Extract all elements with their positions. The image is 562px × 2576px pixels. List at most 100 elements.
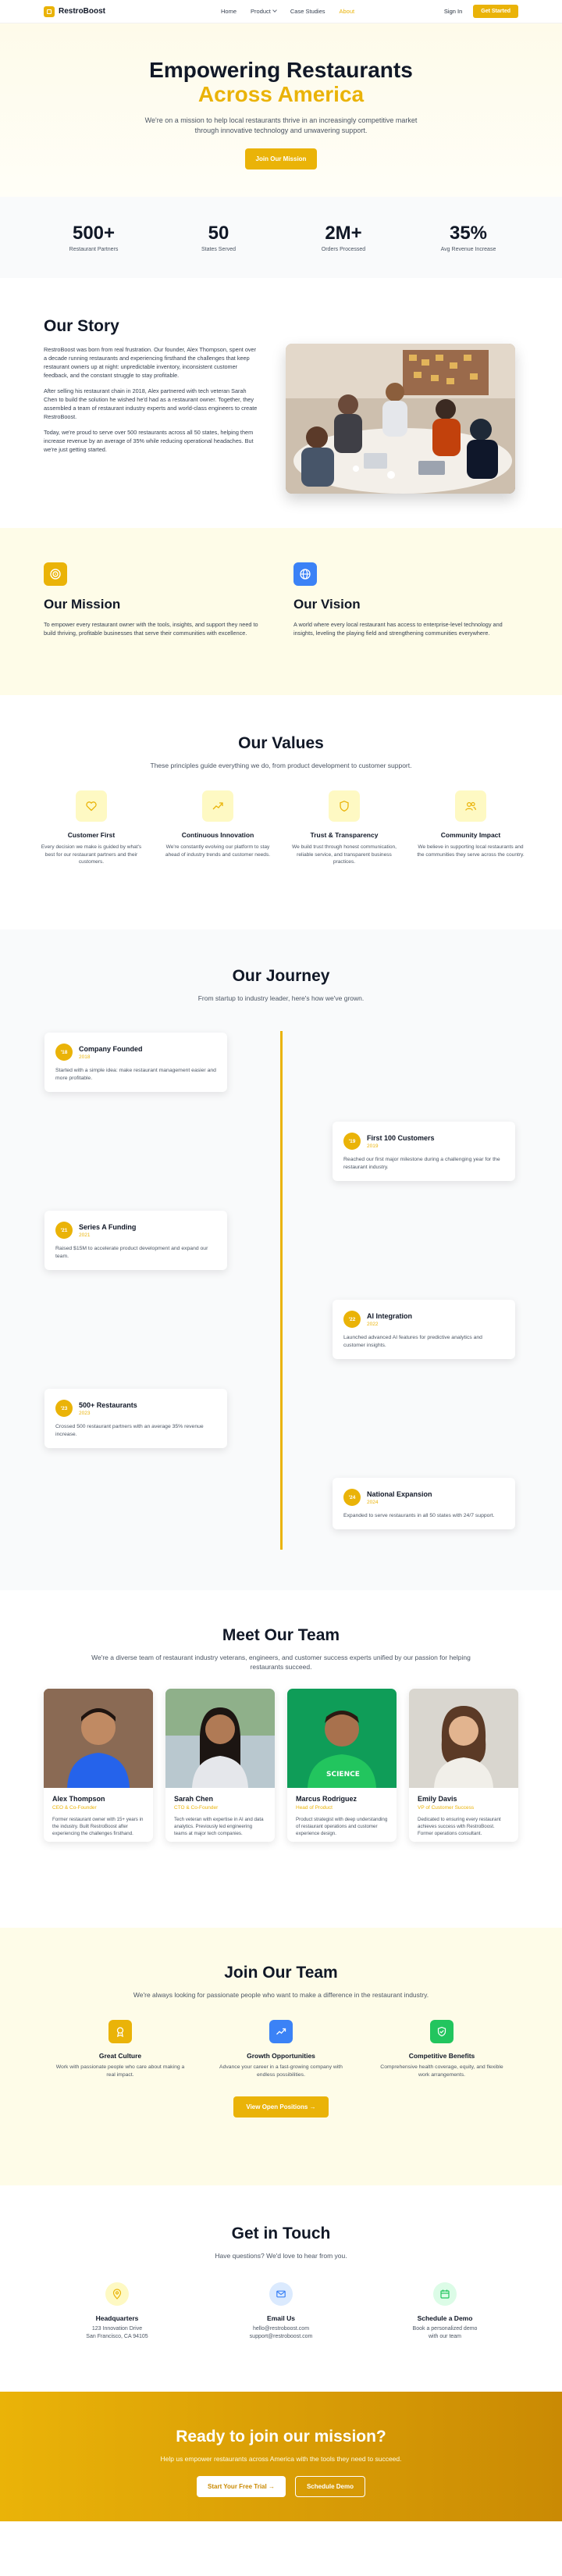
- member-photo: [409, 1689, 518, 1788]
- event-description: Crossed 500 restaurant partners with an …: [55, 1424, 204, 1437]
- team-list: Alex Thompson CEO & Co-Founder Former re…: [0, 1689, 562, 1842]
- start-free-trial-button[interactable]: Start Your Free Trial →: [197, 2476, 286, 2497]
- value-card: Continuous Innovation We're constantly e…: [163, 790, 272, 866]
- member-bio: Product strategist with deep understandi…: [296, 1817, 388, 1836]
- mail-icon: [269, 2282, 293, 2306]
- stat-label: Orders Processed: [321, 247, 366, 252]
- calendar-icon: [433, 2282, 457, 2306]
- email-link[interactable]: support@restroboost.com: [234, 2333, 328, 2341]
- sign-in-link[interactable]: Sign In: [444, 8, 462, 15]
- value-title: Customer First: [67, 831, 116, 839]
- member-role: CTO & Co-Founder: [174, 1805, 219, 1811]
- member-body: Sarah Chen CTO & Co-Founder Tech veteran…: [165, 1788, 275, 1842]
- value-card: Trust & Transparency We build trust thro…: [290, 790, 399, 866]
- event-year: 2023: [79, 1410, 91, 1416]
- nav-link-about[interactable]: About: [340, 8, 355, 15]
- story-paragraph: After selling his restaurant chain in 20…: [44, 387, 258, 420]
- stat-partners: 500+ Restaurant Partners: [39, 223, 148, 252]
- stat-label: Restaurant Partners: [69, 247, 119, 252]
- join-benefit: Competitive Benefits Comprehensive healt…: [375, 2020, 508, 2079]
- values-subtitle: These principles guide everything we do,…: [150, 762, 412, 769]
- svg-text:SCIENCE: SCIENCE: [326, 1771, 360, 1779]
- schedule-demo-button[interactable]: Schedule Demo: [294, 2476, 365, 2497]
- arrow-right-icon: →: [268, 2483, 275, 2490]
- get-started-button[interactable]: Get Started: [473, 5, 518, 18]
- member-photo: [165, 1689, 275, 1788]
- value-text: We build trust through honest communicat…: [291, 844, 397, 865]
- nav-link-product-label: Product: [251, 8, 271, 15]
- value-title: Continuous Innovation: [181, 831, 254, 839]
- year-badge: '23: [55, 1400, 73, 1417]
- contact-line: San Francisco, CA 94105: [86, 2334, 148, 2339]
- mission-title: Our Mission: [44, 597, 121, 612]
- timeline-event-heading: Series A Funding 2021: [79, 1223, 136, 1238]
- timeline-event-heading: First 100 Customers 2019: [367, 1134, 435, 1149]
- year-badge: '19: [343, 1133, 361, 1150]
- timeline-event-header: '18 Company Founded 2018: [55, 1044, 216, 1061]
- value-text: Every decision we make is guided by what…: [41, 844, 142, 865]
- nav-link-case-studies[interactable]: Case Studies: [290, 8, 325, 15]
- event-description: Started with a simple idea: make restaur…: [55, 1068, 216, 1081]
- story-paragraph: Today, we're proud to serve over 500 res…: [44, 429, 254, 453]
- timeline-event-header: '24 National Expansion 2024: [343, 1489, 504, 1506]
- vision-title: Our Vision: [293, 597, 361, 612]
- join-benefit: Growth Opportunities Advance your career…: [215, 2020, 347, 2079]
- stats-section: 500+ Restaurant Partners 50 States Serve…: [0, 197, 562, 278]
- cta-subtitle: Help us empower restaurants across Ameri…: [160, 2455, 402, 2463]
- hero-title: Empowering Restaurants: [149, 58, 413, 82]
- event-title: AI Integration: [367, 1311, 412, 1320]
- contact-item: Schedule a Demo Book a personalized demo…: [398, 2282, 492, 2341]
- top-nav: RestroBoost Home Product Case Studies Ab…: [0, 0, 562, 23]
- join-mission-button[interactable]: Join Our Mission: [244, 148, 318, 169]
- member-role: CEO & Co-Founder: [52, 1805, 97, 1811]
- vision-card: Our Vision A world where every local res…: [293, 562, 518, 695]
- benefit-text: Advance your career in a fast-growing co…: [219, 2064, 343, 2078]
- timeline-event-heading: National Expansion 2024: [367, 1490, 432, 1505]
- timeline-event: '22 AI Integration 2022 Launched advance…: [333, 1300, 515, 1359]
- join-team-section: Join Our Team We're always looking for p…: [0, 1928, 562, 2185]
- event-title: First 100 Customers: [367, 1133, 435, 1142]
- trending-up-icon: [202, 790, 233, 822]
- event-year: 2022: [367, 1321, 379, 1327]
- team-section: Meet Our Team We're a diverse team of re…: [0, 1590, 562, 1928]
- contact-section: Get in Touch Have questions? We'd love t…: [0, 2185, 562, 2392]
- event-year: 2024: [367, 1499, 379, 1505]
- nav-link-product[interactable]: Product: [251, 8, 277, 15]
- timeline-line: [280, 1031, 283, 1550]
- event-title: 500+ Restaurants: [79, 1400, 137, 1409]
- value-text: We're constantly evolving our platform t…: [165, 844, 271, 858]
- cta-section: Ready to join our mission? Help us empow…: [0, 2392, 562, 2521]
- value-text: We believe in supporting local restauran…: [417, 844, 525, 858]
- brand-logo[interactable]: RestroBoost: [44, 5, 105, 17]
- team-member-card: Emily Davis VP of Customer Success Dedic…: [409, 1689, 518, 1842]
- nav-link-home[interactable]: Home: [221, 8, 237, 15]
- stat-value: 2M+: [325, 223, 362, 244]
- team-meeting-photo: [286, 344, 515, 494]
- join-title: Join Our Team: [224, 1964, 338, 1982]
- vision-text: A world where every local restaurant has…: [293, 621, 503, 637]
- email-link[interactable]: hello@restroboost.com: [234, 2325, 328, 2333]
- timeline-event: '21 Series A Funding 2021 Raised $15M to…: [44, 1211, 227, 1270]
- event-description: Launched advanced AI features for predic…: [343, 1335, 482, 1348]
- timeline-event-heading: Company Founded 2018: [79, 1045, 143, 1060]
- view-open-positions-button[interactable]: View Open Positions →: [233, 2096, 329, 2118]
- event-title: National Expansion: [367, 1490, 432, 1498]
- member-photo: [44, 1689, 153, 1788]
- values-title: Our Values: [238, 734, 324, 752]
- target-icon: [44, 562, 67, 586]
- event-title: Company Founded: [79, 1044, 143, 1053]
- view-open-positions-label: View Open Positions: [246, 2103, 308, 2110]
- mission-vision-section: Our Mission To empower every restaurant …: [0, 528, 562, 695]
- story-title: Our Story: [44, 317, 119, 335]
- stat-label: Avg Revenue Increase: [440, 247, 496, 252]
- member-body: Emily Davis VP of Customer Success Dedic…: [409, 1788, 518, 1842]
- stat-orders: 2M+ Orders Processed: [289, 223, 398, 252]
- contact-title: Get in Touch: [231, 2225, 331, 2242]
- contact-list: Headquarters 123 Innovation Drive San Fr…: [0, 2282, 562, 2341]
- chevron-down-icon: [272, 8, 277, 12]
- member-body: Alex Thompson CEO & Co-Founder Former re…: [44, 1788, 153, 1842]
- journey-section: Our Journey From startup to industry lea…: [0, 929, 562, 1590]
- contact-item: Headquarters 123 Innovation Drive San Fr…: [70, 2282, 164, 2341]
- join-benefits-list: Great Culture Work with passionate peopl…: [0, 2020, 562, 2079]
- mission-text: To empower every restaurant owner with t…: [44, 621, 258, 637]
